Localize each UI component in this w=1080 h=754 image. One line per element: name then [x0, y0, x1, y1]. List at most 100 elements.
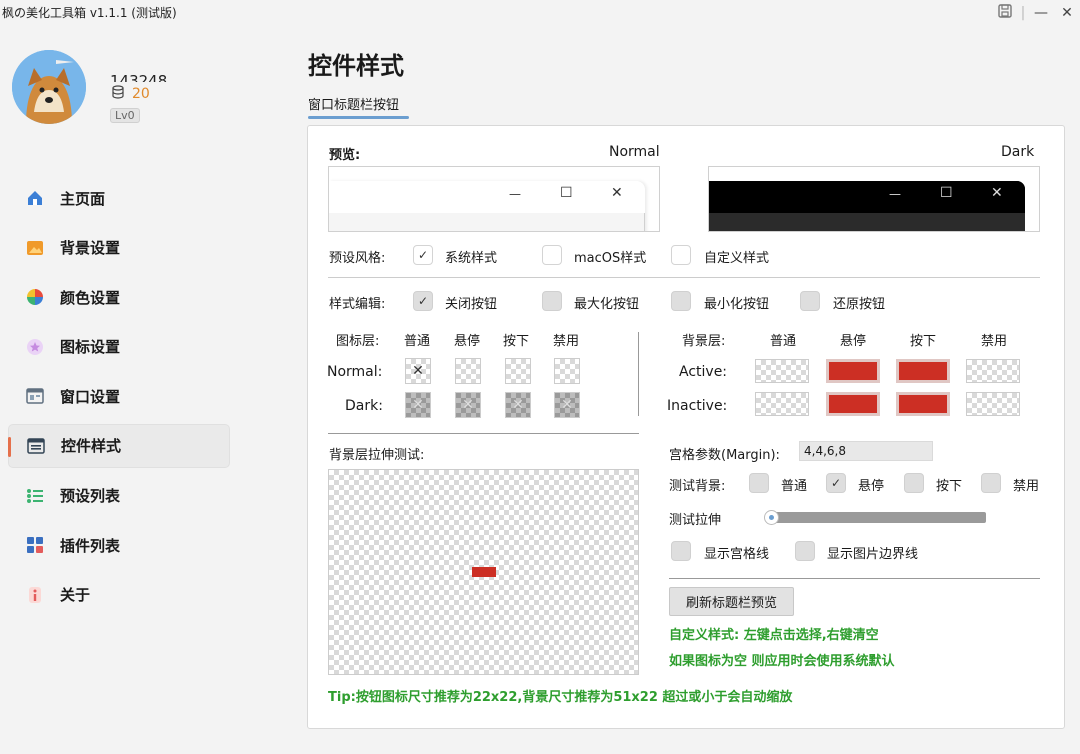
sidebar-item-about[interactable]: 关于 — [8, 573, 230, 617]
widget-icon — [27, 437, 45, 455]
edit-close-checkbox[interactable]: ✓ — [413, 291, 433, 311]
separator: | — [1020, 5, 1026, 21]
settings-panel: 预览: Normal Dark — ☐ ✕ — ☐ ✕ 预设风格: ✓ 系统样式… — [307, 125, 1065, 729]
sidebar-item-presets[interactable]: 预设列表 — [8, 474, 230, 518]
edit-minimize-label: 最小化按钮 — [704, 297, 770, 312]
sidebar-item-window[interactable]: 窗口设置 — [8, 374, 230, 418]
preset-custom-label: 自定义样式 — [704, 251, 770, 266]
test-bg-hover-checkbox[interactable]: ✓ — [826, 473, 846, 493]
icon-cell-normal-disabled[interactable] — [554, 358, 580, 384]
title-bar: 枫の美化工具箱 v1.1.1 (测试版) | — ✕ — [0, 0, 1080, 26]
bg-col-normal: 普通 — [770, 334, 797, 349]
bg-cell-inactive-disabled[interactable] — [966, 392, 1020, 416]
bg-cell-active-disabled[interactable] — [966, 359, 1020, 383]
window-controls: | — ✕ — [992, 0, 1080, 26]
palette-icon — [26, 288, 44, 306]
sidebar: 143248 20 Lv0 主页面 背景设置 颜色设置 图标设置 窗口设置 控件… — [0, 26, 240, 754]
save-icon[interactable] — [992, 3, 1018, 23]
grid-icon — [26, 536, 44, 554]
home-icon — [26, 189, 44, 207]
info-icon — [26, 586, 44, 604]
edit-restore-checkbox[interactable] — [800, 291, 820, 311]
icon-col-pressed: 按下 — [503, 334, 530, 349]
preset-macos-label: macOS样式 — [574, 251, 647, 266]
sidebar-item-label: 背景设置 — [60, 239, 121, 258]
test-bg-normal-checkbox[interactable] — [749, 473, 769, 493]
preset-system-checkbox[interactable]: ✓ — [413, 245, 433, 265]
show-grid-checkbox[interactable] — [671, 541, 691, 561]
bg-cell-inactive-hover[interactable] — [826, 392, 880, 416]
preview-dark-close-icon: ✕ — [991, 185, 1003, 201]
icon-cell-normal-normal[interactable]: ✕ — [405, 358, 431, 384]
bg-cell-inactive-normal[interactable] — [755, 392, 809, 416]
edit-minimize-checkbox[interactable] — [671, 291, 691, 311]
vertical-divider — [638, 332, 639, 416]
preset-style-label: 预设风格: — [329, 251, 386, 266]
avatar[interactable] — [12, 50, 86, 124]
minimize-button[interactable]: — — [1028, 5, 1054, 21]
sidebar-item-background[interactable]: 背景设置 — [8, 226, 230, 270]
refresh-preview-button[interactable]: 刷新标题栏预览 — [669, 587, 794, 616]
preview-dark-minimize-icon: — — [889, 187, 901, 201]
close-button[interactable]: ✕ — [1054, 5, 1080, 21]
icon-cell-dark-disabled[interactable]: ✕ — [554, 392, 580, 418]
divider — [328, 277, 1040, 278]
icon-row-dark: Dark: — [345, 398, 383, 414]
tab-underline — [308, 116, 409, 119]
icon-cell-dark-pressed[interactable]: ✕ — [505, 392, 531, 418]
sidebar-item-widget-style[interactable]: 控件样式 — [8, 423, 230, 468]
preview-normal-label: Normal — [609, 144, 660, 160]
test-bg-disabled-checkbox[interactable] — [981, 473, 1001, 493]
sidebar-item-label: 控件样式 — [61, 437, 122, 456]
edit-maximize-checkbox[interactable] — [542, 291, 562, 311]
preset-custom-checkbox[interactable] — [671, 245, 691, 265]
stretch-test-sample — [472, 567, 496, 577]
bg-col-hover: 悬停 — [840, 334, 867, 349]
icon-cell-normal-hover[interactable] — [455, 358, 481, 384]
preview-close-icon: ✕ — [611, 185, 623, 201]
margin-input[interactable]: 4,4,6,8 — [799, 441, 933, 461]
sidebar-item-label: 主页面 — [60, 189, 106, 208]
bg-row-active: Active: — [679, 364, 728, 380]
bg-cell-active-hover[interactable] — [826, 359, 880, 383]
coins-icon — [110, 84, 126, 104]
coin-value: 20 — [132, 86, 150, 102]
test-bg-pressed-checkbox[interactable] — [904, 473, 924, 493]
test-bg-normal-label: 普通 — [781, 479, 808, 494]
app-title: 枫の美化工具箱 v1.1.1 (测试版) — [2, 6, 177, 20]
level-badge: Lv0 — [110, 108, 140, 123]
icon-layer-label: 图标层: — [336, 334, 380, 349]
icon-cell-dark-hover[interactable]: ✕ — [455, 392, 481, 418]
sidebar-item-label: 插件列表 — [60, 536, 121, 555]
tab-titlebar-buttons[interactable]: 窗口标题栏按钮 — [308, 94, 399, 113]
page-title: 控件样式 — [308, 52, 404, 80]
coin-balance: 20 — [110, 84, 150, 104]
icon-col-hover: 悬停 — [454, 334, 481, 349]
test-stretch-slider[interactable] — [764, 510, 986, 525]
icon-cell-normal-pressed[interactable] — [505, 358, 531, 384]
hint-custom-style: 自定义样式: 左键点击选择,右键清空 — [669, 628, 879, 643]
preview-window-normal: — ☐ ✕ — [329, 181, 645, 231]
bg-cell-active-normal[interactable] — [755, 359, 809, 383]
icon-cell-dark-normal[interactable]: ✕ — [405, 392, 431, 418]
preview-minimize-icon: — — [509, 187, 521, 201]
icon-row-normal: Normal: — [327, 364, 383, 380]
show-border-checkbox[interactable] — [795, 541, 815, 561]
sidebar-item-icons[interactable]: 图标设置 — [8, 325, 230, 369]
test-stretch-label: 测试拉伸 — [669, 513, 722, 528]
sidebar-item-home[interactable]: 主页面 — [8, 176, 230, 220]
style-edit-label: 样式编辑: — [329, 297, 386, 312]
show-grid-label: 显示宫格线 — [704, 547, 770, 562]
sidebar-item-label: 图标设置 — [60, 338, 121, 357]
bg-col-pressed: 按下 — [910, 334, 937, 349]
bg-cell-inactive-pressed[interactable] — [896, 392, 950, 416]
sidebar-item-label: 关于 — [60, 586, 91, 605]
preview-dark-label: Dark — [1001, 144, 1035, 160]
sidebar-item-plugins[interactable]: 插件列表 — [8, 523, 230, 567]
preset-macos-checkbox[interactable] — [542, 245, 562, 265]
bg-cell-active-pressed[interactable] — [896, 359, 950, 383]
preview-window-dark: — ☐ ✕ — [709, 181, 1025, 231]
sidebar-item-color[interactable]: 颜色设置 — [8, 275, 230, 319]
edit-maximize-label: 最大化按钮 — [574, 297, 640, 312]
slider-handle[interactable] — [764, 510, 779, 525]
